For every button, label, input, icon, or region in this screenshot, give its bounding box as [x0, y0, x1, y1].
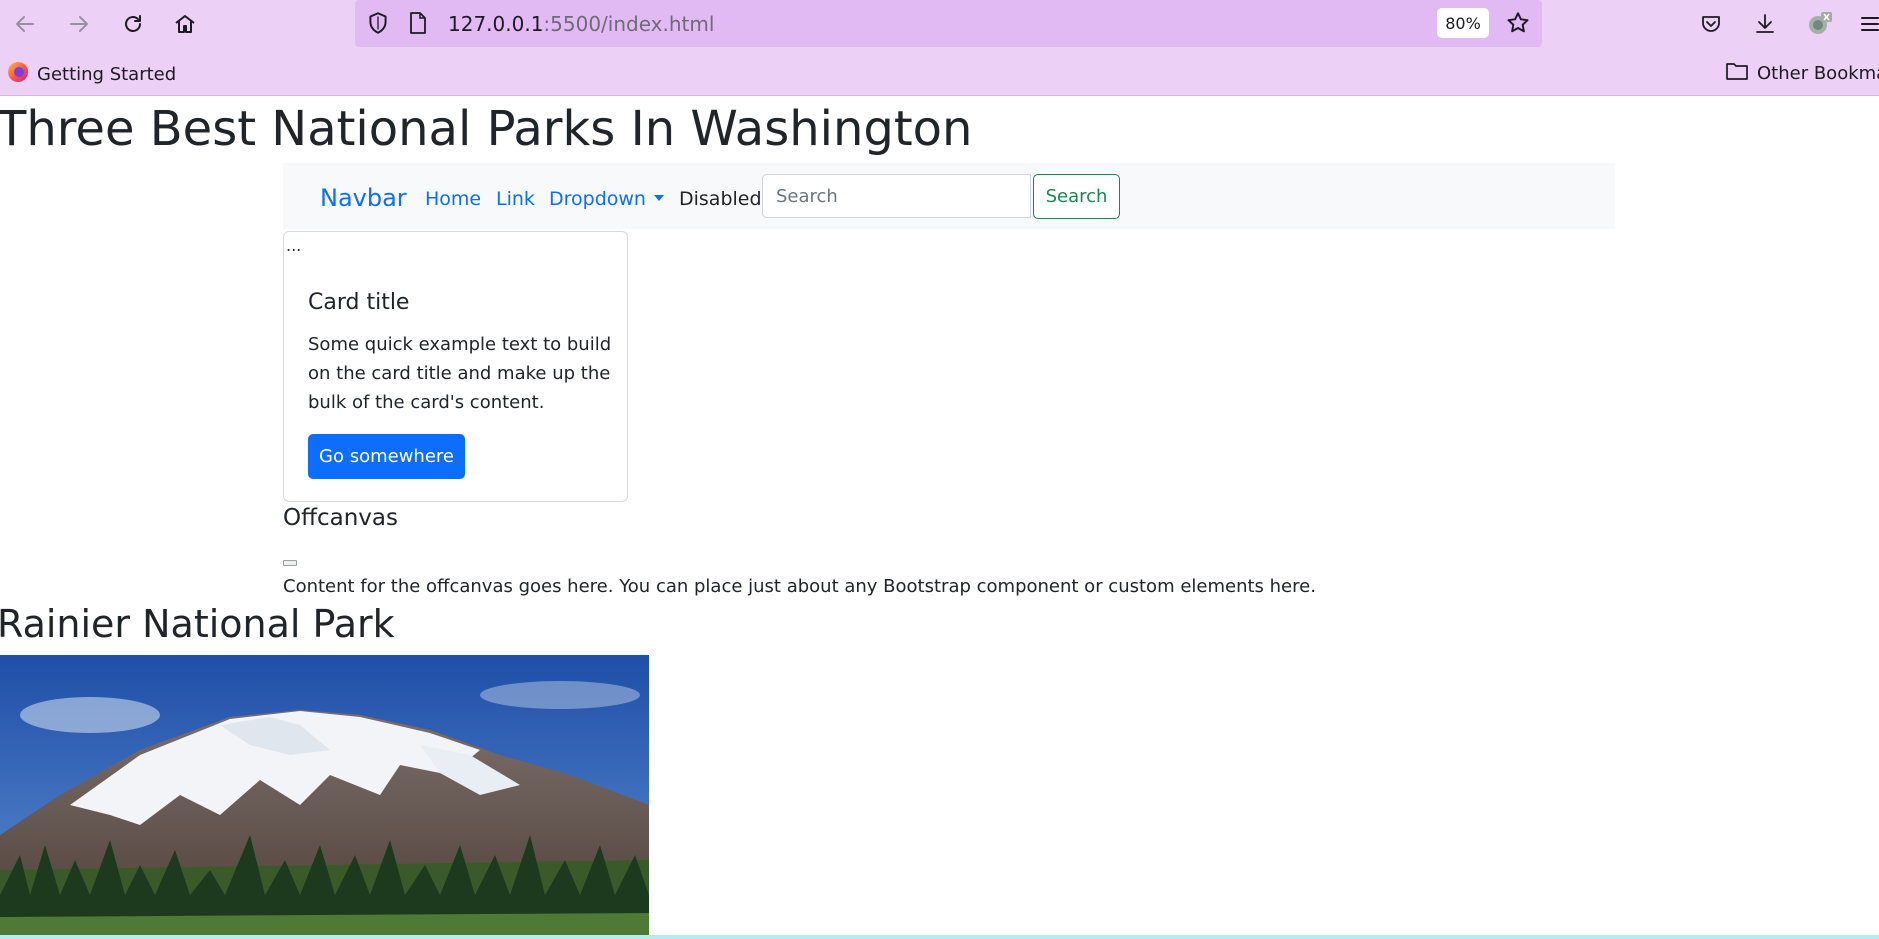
- download-icon[interactable]: [1748, 8, 1782, 40]
- url-host: 127.0.0.1: [448, 12, 544, 36]
- bookmark-other-bookmarks[interactable]: Other Bookmarks: [1725, 61, 1879, 86]
- card: ... Card title Some quick example text t…: [283, 231, 628, 502]
- nav-dropdown-toggle[interactable]: Dropdown: [549, 188, 664, 210]
- pocket-icon[interactable]: [1694, 8, 1728, 40]
- search-input[interactable]: [762, 174, 1031, 218]
- offcanvas-title: Offcanvas: [283, 505, 398, 531]
- park-heading: Rainier National Park: [0, 602, 395, 646]
- navbar-brand[interactable]: Navbar: [320, 184, 407, 212]
- search-button[interactable]: Search: [1033, 174, 1120, 219]
- card-image-alt-text: ...: [286, 236, 302, 255]
- nav-link-link[interactable]: Link: [496, 188, 535, 210]
- firefox-icon: [7, 61, 29, 88]
- go-somewhere-button[interactable]: Go somewhere: [308, 434, 465, 479]
- rainier-mountain-image: [0, 655, 649, 935]
- zoom-level-badge[interactable]: 80%: [1437, 8, 1489, 38]
- page-title: Three Best National Parks In Washington: [0, 101, 973, 157]
- bottom-edge-strip: [0, 935, 1879, 939]
- forward-arrow-icon[interactable]: [62, 8, 96, 40]
- nav-dropdown-label: Dropdown: [549, 188, 646, 210]
- browser-toolbar: 127.0.0.1:5500/index.html 80%: [0, 0, 1879, 48]
- extension-icon[interactable]: [1802, 8, 1836, 40]
- caret-down-icon: [653, 194, 664, 201]
- bookmark-label: Other Bookmarks: [1757, 63, 1879, 84]
- nav-link-home[interactable]: Home: [425, 188, 481, 210]
- url-path: :5500/index.html: [543, 12, 715, 36]
- folder-icon: [1725, 61, 1749, 86]
- url-text[interactable]: 127.0.0.1:5500/index.html: [448, 12, 714, 36]
- home-icon[interactable]: [168, 8, 202, 40]
- menu-icon[interactable]: [1853, 8, 1879, 40]
- offcanvas-body: Content for the offcanvas goes here. You…: [283, 576, 1316, 597]
- back-arrow-icon[interactable]: [8, 8, 42, 40]
- shield-icon[interactable]: [365, 10, 391, 40]
- url-bar[interactable]: 127.0.0.1:5500/index.html 80%: [355, 0, 1542, 47]
- card-text: Some quick example text to build on the …: [308, 334, 612, 413]
- offcanvas-close-button[interactable]: [283, 560, 297, 566]
- bookmark-getting-started[interactable]: Getting Started: [7, 61, 176, 88]
- nav-link-disabled: Disabled: [679, 188, 762, 210]
- star-icon[interactable]: [1505, 10, 1531, 40]
- navbar: Navbar Home Link Dropdown Disabled Searc…: [283, 163, 1615, 229]
- page-icon[interactable]: [407, 11, 429, 39]
- card-title: Card title: [308, 290, 410, 315]
- bookmark-label: Getting Started: [37, 64, 177, 85]
- reload-icon[interactable]: [116, 8, 150, 40]
- bookmarks-bar: Getting Started Other Bookmarks: [0, 48, 1879, 96]
